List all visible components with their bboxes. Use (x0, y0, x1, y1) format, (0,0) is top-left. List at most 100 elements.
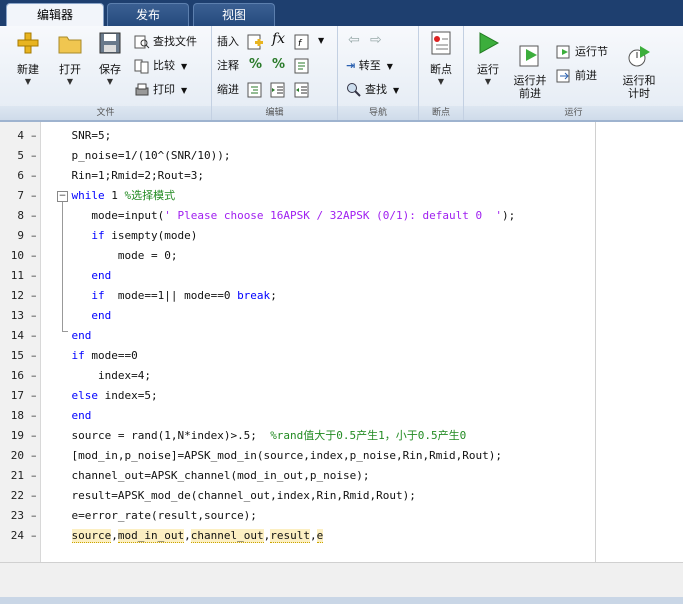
breakpoint-marker[interactable]: – (31, 186, 37, 206)
print-button[interactable]: 打印 ▼ (134, 80, 187, 100)
breakpoint-marker[interactable]: – (31, 346, 37, 366)
chevron-down-icon[interactable]: ▼ (50, 77, 90, 87)
chevron-down-icon[interactable]: ▼ (181, 86, 187, 95)
save-label: 保存 (99, 63, 121, 76)
chevron-down-icon[interactable]: ▼ (387, 62, 393, 71)
code-line[interactable]: if mode==1|| mode==0 break; (45, 286, 276, 306)
code-line[interactable]: if mode==0 (45, 346, 138, 366)
breakpoints-group-label: 断点 (419, 106, 463, 120)
breakpoint-marker[interactable]: – (31, 306, 37, 326)
run-button[interactable]: 运行 ▼ (468, 30, 508, 87)
line-number: 24 (10, 529, 24, 542)
code-line[interactable]: mode = 0; (45, 246, 178, 266)
tab-publish[interactable]: 发布 (107, 3, 189, 27)
breakpoint-marker[interactable]: – (31, 386, 37, 406)
code-token: mode==1|| mode==0 (104, 289, 238, 302)
tab-editor[interactable]: 编辑器 (6, 3, 104, 27)
breakpoint-marker[interactable]: – (31, 326, 37, 346)
save-button[interactable]: 保存 ▼ (90, 30, 130, 87)
code-line[interactable]: end (45, 326, 92, 346)
code-token: mod_in_out (117, 529, 185, 543)
fold-collapse-icon[interactable]: − (57, 191, 68, 202)
compare-button[interactable]: 比较 ▼ (134, 56, 187, 76)
breakpoint-icon (431, 31, 451, 55)
new-button[interactable]: 新建 ▼ (8, 30, 48, 87)
code-token: p_noise=1/(10^(SNR/10)); (71, 149, 231, 162)
chevron-down-icon[interactable]: ▼ (90, 77, 130, 87)
decrease-indent-icon[interactable] (294, 82, 310, 98)
find-button[interactable]: 查找 ▼ (346, 80, 399, 100)
breakpoint-marker[interactable]: – (31, 446, 37, 466)
breakpoint-marker[interactable]: – (31, 466, 37, 486)
find-files-icon (134, 35, 150, 49)
breakpoint-marker[interactable]: – (31, 426, 37, 446)
run-group-label: 运行 (464, 106, 683, 120)
open-button[interactable]: 打开 ▼ (50, 30, 90, 87)
back-arrow-icon[interactable]: ⇦ (348, 32, 360, 48)
chevron-down-icon[interactable]: ▼ (318, 36, 324, 45)
breakpoint-marker[interactable]: – (31, 206, 37, 226)
breakpoint-marker[interactable]: – (31, 146, 37, 166)
breakpoint-marker[interactable]: – (31, 286, 37, 306)
code-area[interactable]: SNR=5; p_noise=1/(10^(SNR/10)); Rin=1;Rm… (41, 122, 595, 562)
code-line[interactable]: mode=input(' Please choose 16APSK / 32AP… (45, 206, 515, 226)
breakpoint-marker[interactable]: – (31, 266, 37, 286)
chevron-down-icon[interactable]: ▼ (181, 62, 187, 71)
navigate-group-label: 导航 (338, 106, 418, 120)
wrap-comments-icon[interactable] (294, 58, 310, 74)
find-files-button[interactable]: 查找文件 (134, 32, 197, 52)
line-number: 19 (10, 429, 24, 442)
breakpoint-marker[interactable]: – (31, 166, 37, 186)
breakpoint-marker[interactable]: – (31, 246, 37, 266)
chevron-down-icon[interactable]: ▼ (468, 77, 508, 87)
comment-label: 注释 (217, 59, 239, 72)
breakpoint-marker[interactable]: – (31, 486, 37, 506)
code-line[interactable]: end (45, 306, 111, 326)
run-section-button[interactable]: 运行节 (556, 42, 608, 62)
insert-section-icon[interactable] (247, 34, 263, 50)
code-line[interactable]: if isempty(mode) (45, 226, 197, 246)
breakpoint-marker[interactable]: – (31, 506, 37, 526)
chevron-down-icon[interactable]: ▼ (423, 77, 459, 87)
code-line[interactable]: index=4; (45, 366, 151, 386)
code-line[interactable]: else index=5; (45, 386, 158, 406)
code-line[interactable]: Rin=1;Rmid=2;Rout=3; (45, 166, 204, 186)
line-number: 16 (10, 369, 24, 382)
breakpoint-marker[interactable]: – (31, 406, 37, 426)
code-line[interactable]: channel_out=APSK_channel(mod_in_out,p_no… (45, 466, 370, 486)
advance-button[interactable]: 前进 (556, 66, 597, 86)
fx-icon[interactable]: fx (272, 31, 285, 47)
code-line[interactable]: end (45, 406, 92, 426)
code-line[interactable]: end (45, 266, 111, 286)
run-advance-button[interactable]: 运行并 前进 (508, 30, 552, 113)
breakpoint-marker[interactable]: – (31, 526, 37, 546)
breakpoint-marker[interactable]: – (31, 126, 37, 146)
run-section-label: 运行节 (575, 45, 608, 58)
run-and-time-button[interactable]: 运行和 计时 (616, 30, 662, 113)
breakpoint-marker[interactable]: – (31, 366, 37, 386)
code-editor[interactable]: 4–5–6–7–8–9–10–11–12–13–14–15–16–17–18–1… (0, 121, 683, 599)
code-line[interactable]: SNR=5; (45, 126, 112, 146)
code-line[interactable]: source,mod_in_out,channel_out,result,e (45, 526, 324, 546)
breakpoint-marker[interactable]: – (31, 226, 37, 246)
chevron-down-icon[interactable]: ▼ (393, 86, 399, 95)
horizontal-scrollbar[interactable] (0, 562, 683, 599)
goto-button[interactable]: ⇥ 转至 ▼ (346, 56, 393, 76)
uncomment-icon[interactable]: % (272, 57, 285, 72)
tab-view[interactable]: 视图 (193, 3, 275, 27)
code-line[interactable]: e=error_rate(result,source); (45, 506, 257, 526)
code-line[interactable]: p_noise=1/(10^(SNR/10)); (45, 146, 231, 166)
chevron-down-icon[interactable]: ▼ (8, 77, 48, 87)
code-line[interactable]: result=APSK_mod_de(channel_out,index,Rin… (45, 486, 416, 506)
smart-indent-icon[interactable] (247, 82, 263, 98)
code-line[interactable]: [mod_in,p_noise]=APSK_mod_in(source,inde… (45, 446, 502, 466)
breakpoints-button[interactable]: 断点 ▼ (423, 30, 459, 87)
forward-arrow-icon[interactable]: ⇨ (370, 32, 382, 48)
code-token: end (91, 309, 112, 322)
insert-label: 插入 (217, 35, 239, 48)
comment-percent-icon[interactable]: % (249, 57, 262, 72)
increase-indent-icon[interactable] (270, 82, 286, 98)
code-line[interactable]: source = rand(1,N*index)>.5; %rand值大于0.5… (45, 426, 467, 446)
line-number-gutter[interactable]: 4–5–6–7–8–9–10–11–12–13–14–15–16–17–18–1… (0, 122, 41, 562)
insert-function-icon[interactable]: f (294, 34, 310, 50)
